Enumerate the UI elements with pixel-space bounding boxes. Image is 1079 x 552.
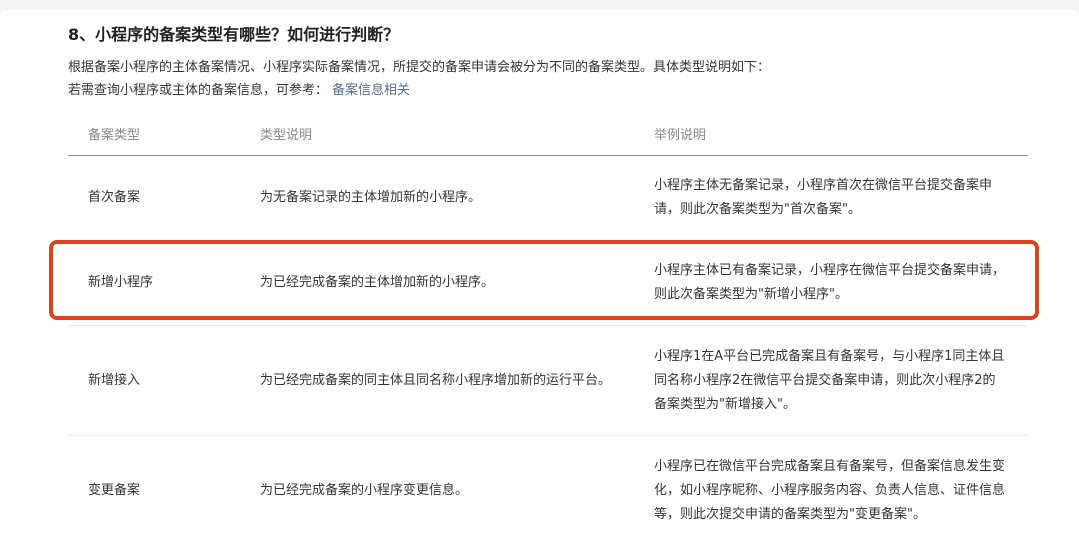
cell-type: 变更备案	[88, 482, 141, 498]
header-desc: 类型说明	[240, 112, 634, 156]
cell-example: 小程序主体已有备案记录，小程序在微信平台提交备案申请，则此次备案类型为"新增小程…	[634, 240, 1028, 326]
section-title: 8、小程序的备案类型有哪些？如何进行判断？	[68, 25, 400, 44]
filing-types-table: 备案类型 类型说明 举例说明 首次备案 为无备案记录的主体增加新的小程序。 小程…	[68, 112, 1028, 545]
cell-desc: 为已经完成备案的同主体且同名称小程序增加新的运行平台。	[240, 325, 634, 436]
header-type: 备案类型	[68, 112, 240, 156]
table-header-row: 备案类型 类型说明 举例说明	[68, 112, 1028, 156]
cell-example: 小程序主体无备案记录，小程序首次在微信平台提交备案申请，则此次备案类型为"首次备…	[634, 155, 1028, 241]
table-row: 首次备案 为无备案记录的主体增加新的小程序。 小程序主体无备案记录，小程序首次在…	[68, 155, 1028, 241]
cell-example: 小程序1在A平台已完成备案且有备案号，与小程序1同主体且同名称小程序2在微信平台…	[634, 325, 1028, 436]
filing-info-link[interactable]: 备案信息相关	[332, 83, 410, 98]
cell-desc: 为已经完成备案的小程序变更信息。	[260, 482, 469, 498]
cell-type: 首次备案	[68, 155, 240, 241]
cell-type: 新增小程序	[68, 240, 240, 326]
cell-example: 小程序已在微信平台完成备案且有备案号，但备案信息发生变化，如小程序昵称、小程序服…	[654, 458, 1006, 522]
table-row: 新增接入 为已经完成备案的同主体且同名称小程序增加新的运行平台。 小程序1在A平…	[68, 325, 1028, 436]
reference-text: 若需查询小程序或主体的备案信息，可参考：	[68, 83, 329, 98]
cell-desc: 为已经完成备案的主体增加新的小程序。	[240, 240, 634, 326]
cell-desc: 为无备案记录的主体增加新的小程序。	[240, 155, 634, 241]
intro-text: 根据备案小程序的主体备案情况、小程序实际备案情况，所提交的备案申请会被分为不同的…	[68, 60, 771, 75]
table-row: 变更备案 为已经完成备案的小程序变更信息。 小程序已在微信平台完成备案且有备案号…	[68, 436, 1028, 546]
cell-type: 新增接入	[68, 325, 240, 436]
header-example: 举例说明	[634, 112, 1028, 156]
reference-line: 若需查询小程序或主体的备案信息，可参考： 备案信息相关	[68, 79, 410, 98]
table-row: 新增小程序 为已经完成备案的主体增加新的小程序。 小程序主体已有备案记录，小程序…	[68, 240, 1028, 326]
